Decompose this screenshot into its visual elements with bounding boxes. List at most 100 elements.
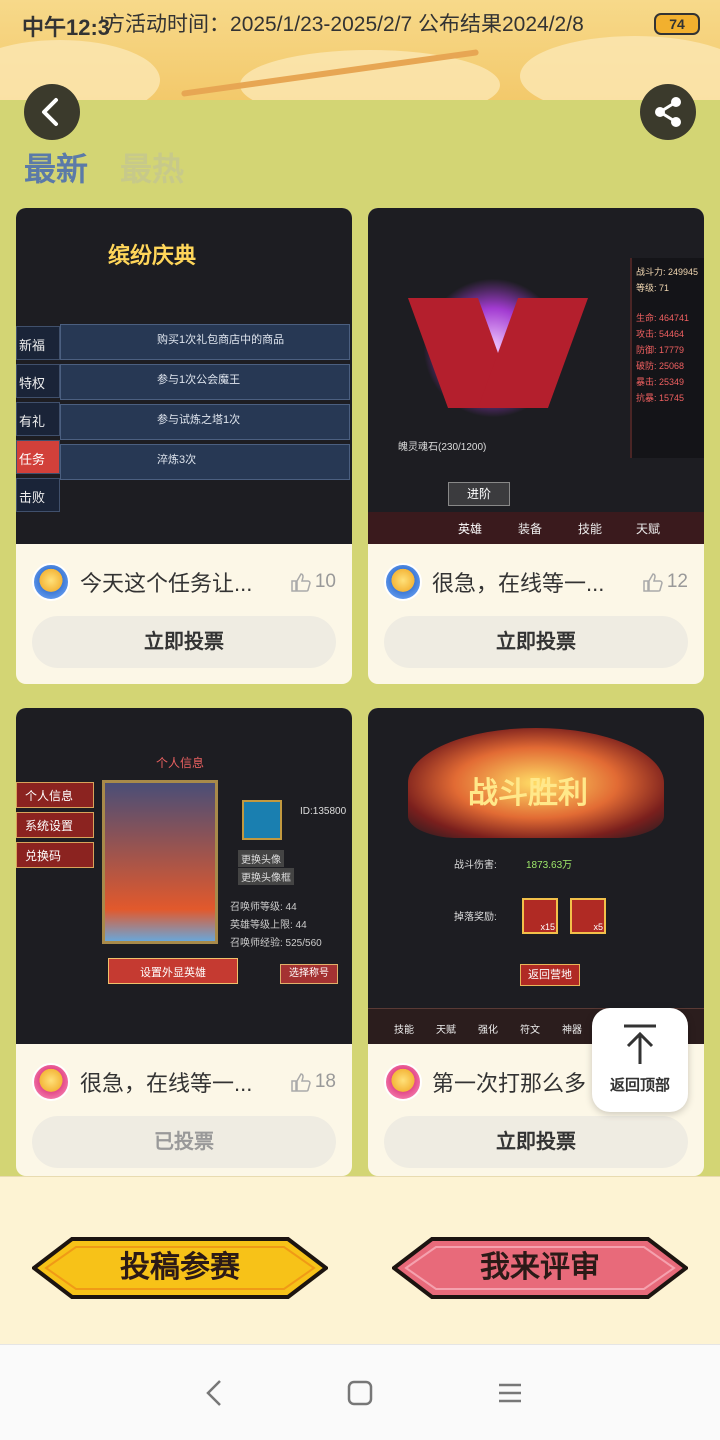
thumb-tab-label: 符文 — [520, 1025, 540, 1036]
thumbs-up-icon — [291, 1073, 311, 1092]
thumb-menu-item: 兑换码 — [16, 842, 94, 868]
like-counter[interactable]: 12 — [641, 571, 688, 593]
thumb-stat: 战斗力: 249945 — [636, 267, 699, 277]
entry-screenshot[interactable]: 缤纷庆典 购买1次礼包商店中的商品 参与1次公会魔王 参与试炼之塔1次 淬炼3次… — [16, 208, 352, 544]
thumb-side-label: 任务 — [19, 452, 46, 467]
thumb-menu-label: 系统设置 — [25, 819, 74, 833]
thumb-tab-label: 神器 — [562, 1025, 582, 1036]
thumb-stat: 暴击: 25349 — [636, 377, 685, 387]
thumb-side-tab: 击败 — [16, 478, 60, 512]
thumb-stat: 攻击: 54464 — [636, 329, 685, 339]
thumb-field: 召唤师等级: 44 — [230, 902, 297, 913]
avatar[interactable] — [32, 1063, 70, 1101]
avatar[interactable] — [384, 563, 422, 601]
thumb-title-button: 选择称号 — [280, 964, 338, 984]
entry-screenshot[interactable]: 个人信息 个人信息 系统设置 兑换码 更换头像 更换头像框 ID:135800 … — [16, 708, 352, 1044]
thumb-menu-item: 系统设置 — [16, 812, 94, 838]
thumb-stat: 等级: 71 — [636, 283, 670, 293]
thumb-tab-label: 天赋 — [436, 1025, 456, 1036]
thumb-menu-label: 个人信息 — [25, 789, 74, 803]
judge-label: 我来评审 — [480, 1250, 600, 1285]
thumb-user-id: ID:135800 — [300, 806, 347, 817]
entry-card[interactable]: 缤纷庆典 购买1次礼包商店中的商品 参与1次公会魔王 参与试炼之塔1次 淬炼3次… — [16, 208, 352, 684]
submit-entry-label: 投稿参赛 — [120, 1250, 240, 1285]
vote-button[interactable]: 立即投票 — [384, 616, 688, 668]
entry-card[interactable]: 战斗力: 249945 等级: 71 生命: 464741 攻击: 54464 … — [368, 208, 704, 684]
thumb-damage-label: 战斗伤害: — [454, 860, 497, 871]
entry-title[interactable]: 第一次打那么多 — [432, 1066, 618, 1098]
thumb-avatar-box — [242, 800, 282, 840]
entry-info: 很急，在线等一... 18 — [32, 1060, 336, 1104]
nav-back-icon[interactable] — [200, 1377, 228, 1409]
entry-info: 很急，在线等一... 12 — [384, 560, 688, 604]
thumb-row: 参与1次公会魔王 — [60, 364, 350, 400]
thumb-row: 购买1次礼包商店中的商品 — [60, 324, 350, 360]
thumb-change-frame: 更换头像框 — [238, 868, 294, 885]
entry-info: 今天这个任务让... 10 — [32, 560, 336, 604]
thumb-tab-label: 技能 — [578, 522, 603, 536]
tab-hottest[interactable]: 最热 — [120, 144, 184, 190]
thumb-reward-label: 掉落奖励: — [454, 912, 497, 923]
submit-entry-button[interactable]: 投稿参赛 — [30, 1237, 330, 1299]
judge-button[interactable]: 我来评审 — [390, 1237, 690, 1299]
share-button[interactable] — [640, 84, 696, 140]
thumb-banner-text: 缤纷庆典 — [108, 243, 197, 269]
vote-button[interactable]: 立即投票 — [384, 1116, 688, 1168]
status-time: 中午12:3 — [22, 15, 111, 40]
back-to-top-button[interactable]: 返回顶部 — [592, 1008, 688, 1112]
like-counter[interactable]: 18 — [289, 1071, 336, 1093]
nav-menu-icon[interactable] — [496, 1379, 524, 1407]
thumb-stat: 破防: 25068 — [636, 361, 685, 371]
avatar[interactable] — [32, 563, 70, 601]
entry-card[interactable]: 个人信息 个人信息 系统设置 兑换码 更换头像 更换头像框 ID:135800 … — [16, 708, 352, 1176]
thumb-back-button: 返回营地 — [520, 964, 580, 986]
battery-icon: 74 — [654, 13, 700, 35]
activity-time-text: ʹ方活动时间：2025/1/23-2025/2/7 公布结果2024/2/8 — [100, 13, 584, 36]
entry-screenshot[interactable]: 战斗力: 249945 等级: 71 生命: 464741 攻击: 54464 … — [368, 208, 704, 544]
sort-tabs: 最新 最热 — [24, 144, 184, 190]
avatar[interactable] — [384, 1063, 422, 1101]
thumb-victory-text: 战斗胜利 — [468, 776, 588, 811]
nav-home-icon[interactable] — [346, 1379, 374, 1407]
thumb-stat: 抗暴: 15745 — [636, 393, 685, 403]
thumb-tab-label: 强化 — [478, 1025, 498, 1036]
voted-button[interactable]: 已投票 — [32, 1116, 336, 1168]
tab-latest[interactable]: 最新 — [24, 144, 88, 190]
entry-title[interactable]: 今天这个任务让... — [80, 566, 266, 598]
thumb-menu-label: 兑换码 — [25, 849, 62, 863]
thumb-main-button: 设置外显英雄 — [108, 958, 238, 984]
entry-title[interactable]: 很急，在线等一... — [432, 566, 618, 598]
like-count: 12 — [666, 571, 688, 592]
thumb-reward-item: x15 — [522, 898, 558, 934]
thumb-stat: 生命: 464741 — [636, 313, 690, 323]
thumbs-up-icon — [643, 573, 663, 592]
top-banner: 中午12:3 ʹ方活动时间：2025/1/23-2025/2/7 公布结果202… — [0, 0, 720, 100]
thumb-field: 召唤师经验: 525/560 — [230, 938, 322, 949]
thumb-stat: 防御: 17779 — [636, 345, 685, 355]
thumb-reward-count: x15 — [540, 922, 555, 932]
back-button[interactable] — [24, 84, 80, 140]
thumb-tab-label: 装备 — [518, 522, 543, 536]
thumb-side-tab: 特权 — [16, 364, 60, 398]
thumb-row-label: 淬炼3次 — [157, 454, 197, 466]
arrow-up-to-top-icon — [624, 1024, 656, 1064]
thumb-row-label: 参与试炼之塔1次 — [157, 414, 241, 426]
like-counter[interactable]: 10 — [289, 571, 336, 593]
thumb-side-label: 新福 — [19, 338, 46, 353]
thumb-damage-value: 1873.63万 — [526, 860, 573, 871]
thumb-tab-label: 技能 — [394, 1025, 414, 1036]
vote-button[interactable]: 立即投票 — [32, 616, 336, 668]
action-area: 投稿参赛 我来评审 — [0, 1176, 720, 1344]
thumb-header: 个人信息 — [156, 756, 205, 770]
thumb-side-tab: 有礼 — [16, 402, 60, 436]
entry-title[interactable]: 很急，在线等一... — [80, 1066, 266, 1098]
chevron-left-icon — [42, 98, 58, 126]
like-count: 18 — [314, 1071, 336, 1092]
back-to-top-label: 返回顶部 — [609, 1077, 670, 1094]
like-count: 10 — [314, 571, 336, 592]
thumb-hero-panel — [102, 780, 218, 944]
entry-screenshot[interactable]: 战斗胜利 战斗伤害: 1873.63万 掉落奖励: x15 x5 返回营地 技能… — [368, 708, 704, 1044]
thumb-side-label: 特权 — [19, 376, 46, 391]
thumb-side-tab: 新福 — [16, 326, 60, 360]
thumbs-up-icon — [291, 573, 311, 592]
